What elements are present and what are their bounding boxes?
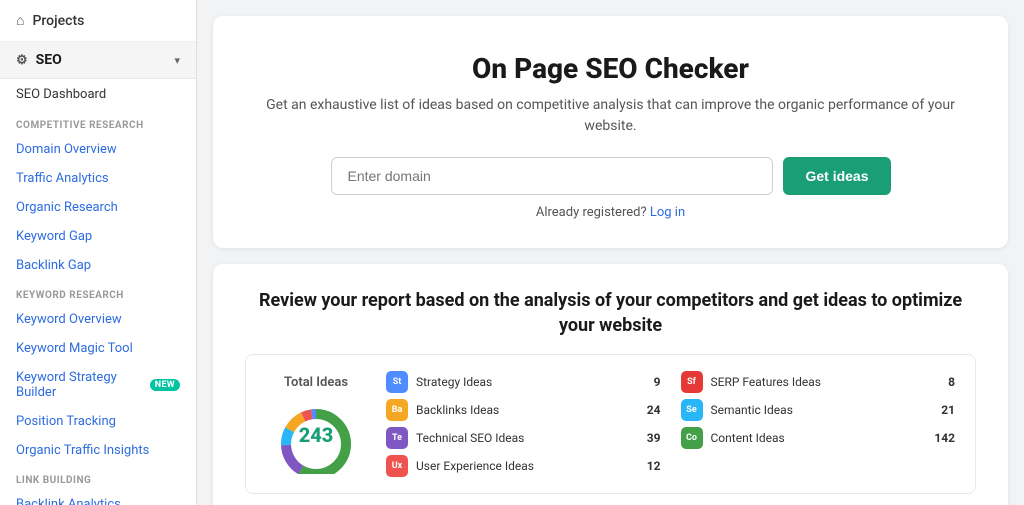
sidebar-item-organic-traffic-insights[interactable]: Organic Traffic Insights	[0, 436, 196, 465]
sidebar: ⌂ Projects ⚙ SEO ▾ SEO Dashboard COMPETI…	[0, 0, 197, 505]
sidebar-item-organic-research[interactable]: Organic Research	[0, 193, 196, 222]
content-label: Content Ideas	[711, 431, 927, 445]
page-subtitle: Get an exhaustive list of ideas based on…	[253, 95, 968, 137]
sidebar-item-backlink-analytics[interactable]: Backlink Analytics	[0, 490, 196, 505]
idea-row-content: Co Content Ideas 142	[681, 427, 956, 449]
sidebar-item-traffic-analytics[interactable]: Traffic Analytics	[0, 164, 196, 193]
technical-badge: Te	[386, 427, 408, 449]
content-badge: Co	[681, 427, 703, 449]
ideas-section: Total Ideas	[245, 354, 976, 494]
serp-count: 8	[948, 375, 955, 389]
idea-row-technical: Te Technical SEO Ideas 39	[386, 427, 661, 449]
top-card: On Page SEO Checker Get an exhaustive li…	[213, 16, 1008, 248]
ux-badge: Ux	[386, 455, 408, 477]
idea-row-serp: Sf SERP Features Ideas 8	[681, 371, 956, 393]
sidebar-item-keyword-strategy-builder[interactable]: Keyword Strategy Builder NEW	[0, 363, 196, 407]
semantic-label: Semantic Ideas	[711, 403, 934, 417]
already-registered-text: Already registered? Log in	[536, 205, 685, 220]
strategy-count: 9	[654, 375, 661, 389]
sidebar-item-backlink-gap[interactable]: Backlink Gap	[0, 251, 196, 280]
home-icon: ⌂	[16, 12, 24, 29]
link-building-section-label: LINK BUILDING	[0, 465, 196, 490]
total-ideas-count: 243	[299, 423, 334, 447]
bottom-card: Review your report based on the analysis…	[213, 264, 1008, 505]
serp-badge: Sf	[681, 371, 703, 393]
ux-label: User Experience Ideas	[416, 459, 639, 473]
strategy-badge: St	[386, 371, 408, 393]
sidebar-item-domain-overview[interactable]: Domain Overview	[0, 135, 196, 164]
sidebar-item-keyword-overview[interactable]: Keyword Overview	[0, 305, 196, 334]
backlinks-count: 24	[647, 403, 661, 417]
get-ideas-button[interactable]: Get ideas	[783, 157, 890, 195]
ux-count: 12	[647, 459, 661, 473]
sidebar-projects-row[interactable]: ⌂ Projects	[0, 0, 196, 42]
total-ideas-label: Total Ideas	[284, 375, 348, 390]
sidebar-item-seo-dashboard[interactable]: SEO Dashboard	[0, 79, 196, 110]
new-badge: NEW	[150, 379, 180, 391]
sidebar-item-position-tracking[interactable]: Position Tracking	[0, 407, 196, 436]
sidebar-seo-row[interactable]: ⚙ SEO ▾	[0, 42, 196, 79]
seo-label: ⚙ SEO	[16, 52, 62, 68]
backlinks-label: Backlinks Ideas	[416, 403, 639, 417]
page-title: On Page SEO Checker	[472, 52, 749, 85]
backlinks-badge: Ba	[386, 399, 408, 421]
idea-row-semantic: Se Semantic Ideas 21	[681, 399, 956, 421]
seo-icon: ⚙	[16, 53, 28, 68]
semantic-count: 21	[941, 403, 955, 417]
login-link[interactable]: Log in	[650, 205, 685, 220]
keyword-research-section-label: KEYWORD RESEARCH	[0, 280, 196, 305]
technical-count: 39	[647, 431, 661, 445]
technical-label: Technical SEO Ideas	[416, 431, 639, 445]
idea-row-backlinks: Ba Backlinks Ideas 24	[386, 399, 661, 421]
donut-chart: 243	[266, 394, 366, 474]
idea-row-strategy: St Strategy Ideas 9	[386, 371, 661, 393]
main-content: On Page SEO Checker Get an exhaustive li…	[197, 0, 1024, 505]
content-count: 142	[934, 431, 955, 445]
search-row: Get ideas	[331, 157, 891, 195]
semantic-badge: Se	[681, 399, 703, 421]
domain-input[interactable]	[331, 157, 774, 195]
sidebar-item-keyword-gap[interactable]: Keyword Gap	[0, 222, 196, 251]
chevron-down-icon: ▾	[174, 54, 180, 67]
sidebar-item-keyword-magic-tool[interactable]: Keyword Magic Tool	[0, 334, 196, 363]
strategy-label: Strategy Ideas	[416, 375, 646, 389]
bottom-title: Review your report based on the analysis…	[245, 288, 976, 338]
competitive-research-section-label: COMPETITIVE RESEARCH	[0, 110, 196, 135]
serp-label: SERP Features Ideas	[711, 375, 941, 389]
projects-label: Projects	[32, 13, 84, 29]
ideas-left-grid: St Strategy Ideas 9 Sf SERP Features Ide…	[386, 371, 955, 477]
idea-row-ux: Ux User Experience Ideas 12	[386, 455, 661, 477]
